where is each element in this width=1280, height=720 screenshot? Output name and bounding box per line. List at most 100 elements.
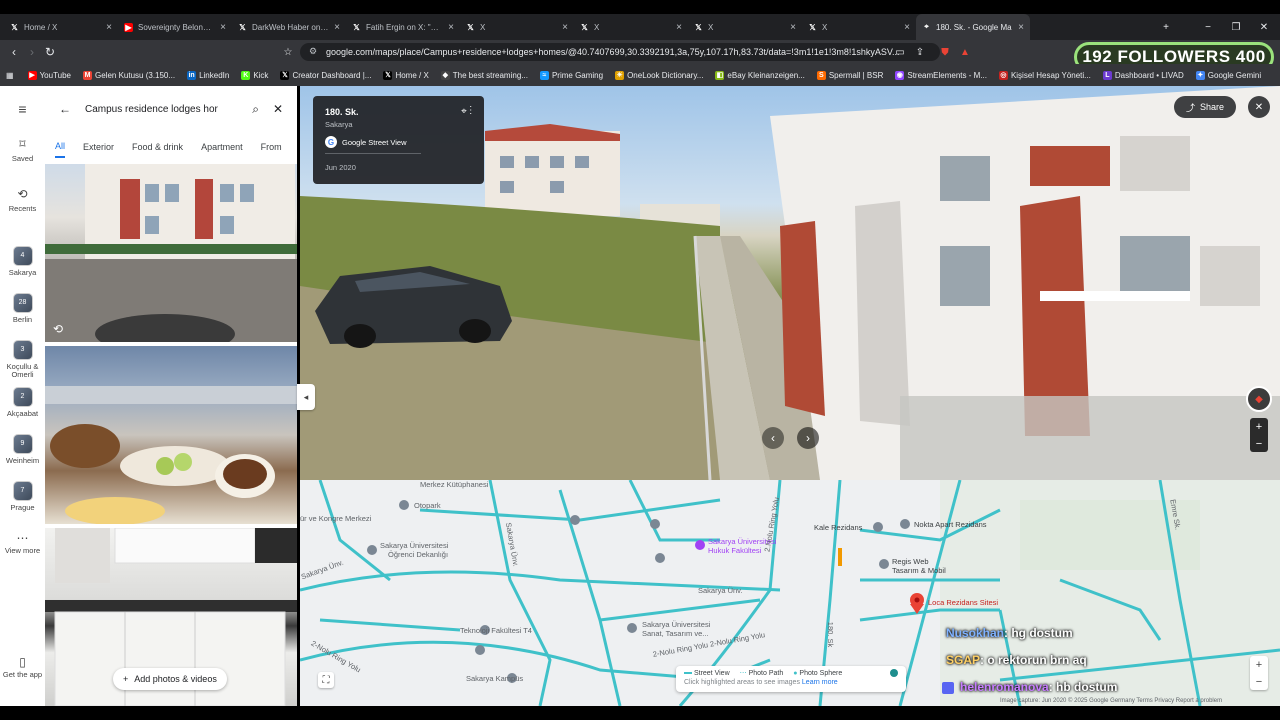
bookmark-5[interactable]: 𝕏 Home / X: [383, 70, 429, 80]
map-label-ogrenci-1[interactable]: Sakarya Üniversitesi: [380, 541, 448, 550]
learn-more-link[interactable]: Learn more: [802, 679, 838, 686]
bookmark-page-icon[interactable]: ☆: [280, 44, 296, 60]
bookmark-13[interactable]: L Dashboard • LIVAD: [1102, 70, 1184, 80]
cast-icon[interactable]: ▭: [892, 44, 908, 60]
bookmark-0[interactable]: ▶ YouTube: [27, 70, 71, 80]
map-zoom-out-icon[interactable]: −: [1256, 676, 1262, 688]
map-label-sanat-1[interactable]: Sakarya Üniversitesi: [642, 620, 710, 629]
tab-2[interactable]: 𝕏 DarkWeb Haber on X: "A ×: [232, 14, 346, 40]
map-label-regis-2[interactable]: Tasarım & Mobil: [892, 566, 946, 575]
tab-0[interactable]: 𝕏 Home / X ×: [4, 14, 118, 40]
map-label-teknoloji[interactable]: Teknoloji Fakültesi T4: [460, 626, 532, 635]
map-label-hukuk-2[interactable]: Hukuk Fakültesi: [708, 546, 761, 555]
site-settings-icon[interactable]: ⚙: [309, 46, 317, 57]
zoom-in-icon[interactable]: +: [1256, 421, 1262, 433]
layer-photo-path[interactable]: ⋯ Photo Path: [740, 669, 784, 677]
map-label-sakarya-unv-3[interactable]: Sakarya Ünv.: [698, 586, 742, 595]
chip-food-drink[interactable]: Food & drink: [132, 142, 183, 152]
close-tab-icon[interactable]: ×: [106, 22, 112, 33]
recent-place-3[interactable]: 2 Akçaabat: [0, 387, 45, 418]
map-label-kutuphane[interactable]: Merkez Kütüphanesi: [420, 480, 488, 489]
tab-3[interactable]: 𝕏 Fatih Ergin on X: "SURİYE ×: [346, 14, 460, 40]
url-field[interactable]: ⚙ google.com/maps/place/Campus+residence…: [300, 43, 940, 61]
close-tab-icon[interactable]: ×: [904, 22, 910, 33]
map-label-kale[interactable]: Kale Rezidans: [814, 523, 862, 532]
recent-place-5[interactable]: 7 Prague: [0, 481, 45, 512]
bookmark-12[interactable]: ◎ Kişisel Hesap Yöneti...: [998, 70, 1091, 80]
tab-8[interactable]: ⌖ 180. Sk. - Google Ma ×: [916, 14, 1030, 40]
close-tab-icon[interactable]: ×: [448, 22, 454, 33]
menu-icon[interactable]: ≡: [0, 101, 45, 117]
recent-place-4[interactable]: 9 Weinheim: [0, 434, 45, 465]
recent-place-1[interactable]: 28 Berlin: [0, 293, 45, 324]
collapse-panel-button[interactable]: ◂: [297, 384, 315, 410]
reload-icon[interactable]: ↻: [42, 44, 58, 60]
recents-button[interactable]: ⟲ Recents: [0, 187, 45, 213]
tab-7[interactable]: 𝕏 X ×: [802, 14, 916, 40]
close-tab-icon[interactable]: ×: [220, 22, 226, 33]
map-label-sanat-2[interactable]: Sanat, Tasarım ve...: [642, 629, 709, 638]
share-button[interactable]: ⤴ Share: [1174, 96, 1236, 118]
bookmark-1[interactable]: M Gelen Kutusu (3.150...: [83, 70, 175, 80]
map-label-regis-1[interactable]: Regis Web: [892, 557, 929, 566]
recent-place-0[interactable]: 4 Sakarya: [0, 246, 45, 277]
close-tab-icon[interactable]: ×: [676, 22, 682, 33]
chip-all[interactable]: All: [55, 141, 66, 158]
add-photos-button[interactable]: + Add photos & videos: [113, 668, 227, 690]
apps-grid-icon[interactable]: ▦: [6, 71, 14, 80]
tab-4[interactable]: 𝕏 X ×: [460, 14, 574, 40]
chip-apartment[interactable]: Apartment: [201, 142, 243, 152]
layer-street-view[interactable]: Street View: [684, 670, 730, 677]
street-view-zoom-control[interactable]: + −: [1250, 418, 1268, 452]
location-pin-icon[interactable]: ⌖ ⋮: [461, 106, 472, 117]
saved-button[interactable]: ⌑ Saved: [0, 137, 45, 163]
map-zoom-control[interactable]: + −: [1250, 656, 1268, 690]
photo-food[interactable]: [45, 346, 297, 524]
close-tab-icon[interactable]: ×: [790, 22, 796, 33]
minimize-icon[interactable]: −: [1194, 14, 1222, 40]
layer-photo-sphere[interactable]: ● Photo Sphere: [793, 670, 842, 677]
map-zoom-in-icon[interactable]: +: [1256, 659, 1262, 671]
brave-shield-icon[interactable]: ⛊: [937, 44, 953, 60]
close-tab-icon[interactable]: ×: [562, 22, 568, 33]
clear-search-icon[interactable]: ✕: [273, 102, 283, 116]
chip-exterior[interactable]: Exterior: [83, 142, 114, 152]
search-icon[interactable]: ⌕: [252, 102, 259, 117]
navigate-left-icon[interactable]: ‹: [762, 427, 784, 449]
back-arrow-icon[interactable]: ←: [59, 102, 71, 116]
close-window-icon[interactable]: ✕: [1250, 14, 1278, 40]
close-tab-icon[interactable]: ×: [1018, 22, 1024, 33]
navigate-right-icon[interactable]: ›: [797, 427, 819, 449]
bookmark-7[interactable]: ≈ Prime Gaming: [539, 70, 603, 80]
bookmark-2[interactable]: in LinkedIn: [187, 70, 229, 80]
view-more-button[interactable]: ⋯ View more: [0, 531, 45, 555]
close-tab-icon[interactable]: ×: [334, 22, 340, 33]
bookmark-3[interactable]: K Kick: [241, 70, 268, 80]
forward-icon[interactable]: ›: [24, 44, 40, 60]
compass-icon[interactable]: ◆: [1246, 386, 1272, 412]
map-label-nokta[interactable]: Nokta Apart Rezidans: [914, 520, 987, 529]
tab-1[interactable]: ▶ Sovereignty Belongs to th ×: [118, 14, 232, 40]
bookmark-14[interactable]: ✦ Google Gemini: [1195, 70, 1261, 80]
new-tab-icon[interactable]: +: [1152, 14, 1180, 40]
map-label-180sk[interactable]: 180. Sk: [826, 622, 835, 647]
map-label-ogrenci-2[interactable]: Öğrenci Dekanlığı: [388, 550, 448, 559]
map-pane[interactable]: Merkez Kütüphanesi Otopark ür ve Kongre …: [300, 480, 1280, 706]
street-view-pane[interactable]: 180. Sk. ⌖ ⋮ Sakarya G Google Street Vie…: [300, 86, 1280, 480]
bookmark-11[interactable]: ◉ StreamElements - M...: [895, 70, 987, 80]
close-street-view-icon[interactable]: ✕: [1248, 96, 1270, 118]
bookmark-6[interactable]: ◆ The best streaming...: [440, 70, 528, 80]
get-app-button[interactable]: ▯ Get the app: [0, 655, 45, 679]
bookmark-4[interactable]: 𝕏 Creator Dashboard |...: [280, 70, 371, 80]
bookmark-8[interactable]: ☀ OneLook Dictionary...: [615, 70, 703, 80]
tab-6[interactable]: 𝕏 X ×: [688, 14, 802, 40]
photo-exterior[interactable]: ⟲: [45, 164, 297, 342]
map-label-kampus[interactable]: Sakarya Kampüs: [466, 674, 523, 683]
bookmark-9[interactable]: ◧ eBay Kleinanzeigen...: [715, 70, 805, 80]
restore-icon[interactable]: ❐: [1222, 14, 1250, 40]
rewards-icon[interactable]: ▲: [957, 44, 973, 60]
share-page-icon[interactable]: ⇪: [912, 44, 928, 60]
bookmark-10[interactable]: S Spermall | BSR: [816, 70, 883, 80]
capture-date[interactable]: Jun 2020: [325, 163, 472, 172]
tab-5[interactable]: 𝕏 X ×: [574, 14, 688, 40]
